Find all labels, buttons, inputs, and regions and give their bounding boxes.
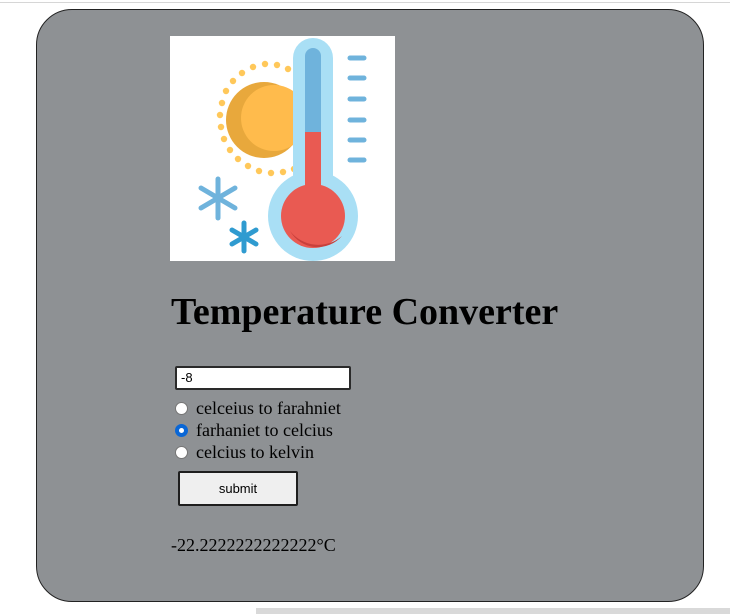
thermometer-sun-icon	[198, 38, 367, 261]
option-celsius-to-fahrenheit[interactable]: celceius to farahniet	[175, 397, 341, 419]
radio-fahrenheit-to-celsius[interactable]	[175, 423, 188, 437]
option-label: celcius to kelvin	[196, 441, 314, 462]
option-label: celceius to farahniet	[196, 397, 341, 418]
radio-celsius-to-kelvin[interactable]	[175, 445, 188, 459]
top-divider	[0, 2, 730, 3]
horizontal-scrollbar[interactable]	[256, 608, 730, 614]
conversion-result: -22.2222222222222°C	[171, 535, 336, 555]
page-title: Temperature Converter	[171, 291, 559, 333]
submit-button[interactable]: submit	[178, 471, 298, 506]
converter-card: Temperature Converter -8 celceius to far…	[36, 9, 704, 602]
option-celsius-to-kelvin[interactable]: celcius to kelvin	[175, 441, 314, 463]
option-label: farhaniet to celcius	[196, 419, 333, 440]
radio-celsius-to-fahrenheit[interactable]	[175, 401, 188, 415]
thermometer-illustration	[170, 36, 395, 261]
option-fahrenheit-to-celsius[interactable]: farhaniet to celcius	[175, 419, 333, 441]
temperature-input[interactable]: -8	[175, 366, 351, 390]
